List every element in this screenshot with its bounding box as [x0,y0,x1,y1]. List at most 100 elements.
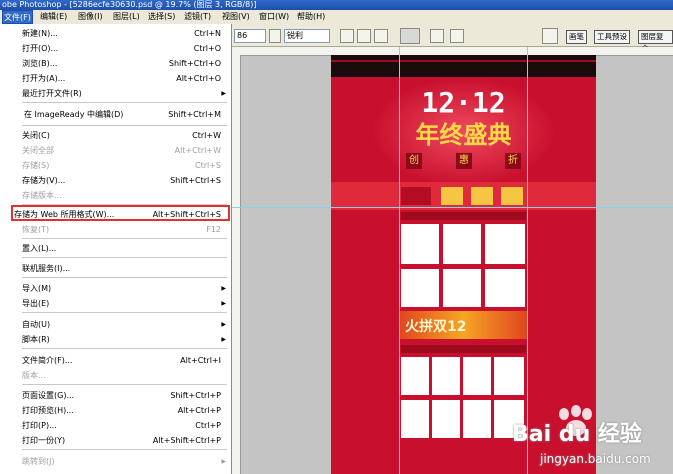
menu-item-print-preview[interactable]: 打印预览(H)... Alt+Ctrl+P [0,404,231,417]
menu-item-shortcut: Alt+Ctrl+P [177,406,221,415]
menu-item-edit-imageready[interactable]: 在 ImageReady 中编辑(D) Shift+Ctrl+M [0,108,231,121]
menu-item-label: 联机服务(I)... [22,264,71,273]
antialias-select[interactable]: 锐利 [284,29,330,43]
menu-item-label: 版本... [22,371,46,380]
menu-filter[interactable]: 滤镜(T) [184,10,211,24]
menu-item-close[interactable]: 关闭(C) Ctrl+W [0,129,231,142]
menu-item-shortcut: Shift+Ctrl+M [168,110,221,119]
product-tile [432,357,460,395]
align-left-icon[interactable] [340,29,354,43]
color-swatch[interactable] [400,28,420,44]
menu-item-open-as[interactable]: 打开为(A)... Alt+Ctrl+O [0,72,231,85]
section-header-1 [401,212,526,220]
submenu-arrow-icon: ▶ [221,336,226,343]
menu-help[interactable]: 帮助(H) [297,10,325,24]
product-tile [401,400,429,438]
guide-line[interactable] [399,47,400,474]
product-tile [432,400,460,438]
menu-separator [22,125,227,126]
menu-item-place[interactable]: 置入(L)... [0,242,231,255]
aa-icon[interactable] [269,29,281,43]
menu-item-label: 最近打开文件(R) [22,89,82,98]
menu-item-page-setup[interactable]: 页面设置(G)... Shift+Ctrl+P [0,389,231,402]
menu-file[interactable]: 文件(F) [2,10,33,24]
menu-item-automate[interactable]: 自动(U) ▶ [0,318,231,331]
tag-3: 折 [505,153,521,169]
align-right-icon[interactable] [374,29,388,43]
menu-item-label: 打印一份(Y) [22,436,66,445]
hero-tags: 创 惠 折 [406,153,521,169]
menu-item-online-services[interactable]: 联机服务(I)... [0,262,231,275]
menu-item-shortcut: Ctrl+S [194,161,221,170]
print-icon[interactable] [542,28,558,44]
menu-item-recent[interactable]: 最近打开文件(R) ▶ [0,87,231,100]
menu-separator [22,348,227,349]
baidu-watermark: Bai du 经验 jingyan.baidu.com [512,402,672,472]
ruler-vertical [232,55,241,474]
menu-item-label: 在 ImageReady 中编辑(D) [24,110,124,119]
product-tile [463,357,491,395]
menu-item-new[interactable]: 新建(N)... Ctrl+N [0,27,231,40]
guide-line[interactable] [232,207,673,208]
menu-item-save-version[interactable]: 存储版本... [0,189,231,202]
window-title: obe Photoshop - [5286ecfe30630.psd @ 19.… [2,0,257,9]
menu-item-label: 存储(S) [22,161,50,170]
section-header-2 [401,345,526,353]
canvas-top-bar [331,55,596,77]
menu-select[interactable]: 选择(S) [148,10,175,24]
menu-item-label: 脚本(R) [22,335,50,344]
menu-layer[interactable]: 图层(L) [113,10,140,24]
menu-item-file-info[interactable]: 文件简介(F)... Alt+Ctrl+I [0,354,231,367]
menu-item-scripts[interactable]: 脚本(R) ▶ [0,333,231,346]
palettes-icon[interactable] [450,29,464,43]
warp-text-icon[interactable] [430,29,444,43]
menu-item-shortcut: Shift+Ctrl+O [168,59,221,68]
menu-item-label: 导入(M) [22,284,52,293]
product-tile [485,224,525,264]
menu-bar: 文件(F) 编辑(E) 图像(I) 图层(L) 选择(S) 滤镜(T) 视图(V… [0,10,673,25]
menu-item-browse[interactable]: 浏览(B)... Shift+Ctrl+O [0,57,231,70]
product-tile [401,357,429,395]
highlight-box [11,205,230,221]
hero-date: 12·12 [421,86,506,119]
product-tile [443,269,481,307]
menu-item-export[interactable]: 导出(E) ▶ [0,297,231,310]
tab-brushes[interactable]: 画笔 [566,30,587,44]
align-center-icon[interactable] [357,29,371,43]
hero-headline: 年终盛典 [415,121,512,149]
menu-item-open[interactable]: 打开(O)... Ctrl+O [0,42,231,55]
coupon-strip [331,182,596,210]
menu-item-save-as[interactable]: 存储为(V)... Shift+Ctrl+S [0,174,231,187]
tab-layer-comps[interactable]: 图层复合 [638,30,673,53]
menu-item-label: 新建(N)... [22,29,58,38]
menu-view[interactable]: 视图(V) [222,10,250,24]
menu-edit[interactable]: 编辑(E) [40,10,67,24]
menu-item-print-one[interactable]: 打印一份(Y) Alt+Shift+Ctrl+P [0,434,231,447]
menu-image[interactable]: 图像(I) [78,10,103,24]
menu-item-shortcut: Ctrl+O [193,44,221,53]
menu-window[interactable]: 窗口(W) [259,10,289,24]
menu-item-shortcut: Alt+Ctrl+O [176,74,221,83]
menu-item-print[interactable]: 打印(P)... Ctrl+P [0,419,231,432]
title-bar: obe Photoshop - [5286ecfe30630.psd @ 19.… [0,0,673,10]
product-tile [494,357,524,395]
font-size-select[interactable]: 86 [234,29,266,43]
menu-item-revert[interactable]: 恢复(T) F12 [0,223,231,236]
tag-1: 创 [406,153,422,169]
tab-tool-presets[interactable]: 工具预设 [594,30,630,44]
submenu-arrow-icon: ▶ [221,285,226,292]
menu-item-shortcut: Alt+Ctrl+I [180,356,221,365]
coupon-3 [471,187,493,205]
menu-item-close-all[interactable]: 关闭全部 Alt+Ctrl+W [0,144,231,157]
coupon-1 [401,187,431,205]
menu-item-versions[interactable]: 版本... [0,369,231,382]
menu-item-shortcut: Ctrl+P [195,421,221,430]
product-tile [401,269,439,307]
menu-item-save[interactable]: 存储(S) Ctrl+S [0,159,231,172]
submenu-arrow-icon: ▶ [221,300,226,307]
menu-item-import[interactable]: 导入(M) ▶ [0,282,231,295]
menu-item-label: 文件简介(F)... [22,356,73,365]
menu-item-jump-to[interactable]: 跳转到(J) ▶ [0,455,231,468]
promo-banner: 火拼双12 [399,311,527,339]
submenu-arrow-icon: ▶ [221,90,226,97]
